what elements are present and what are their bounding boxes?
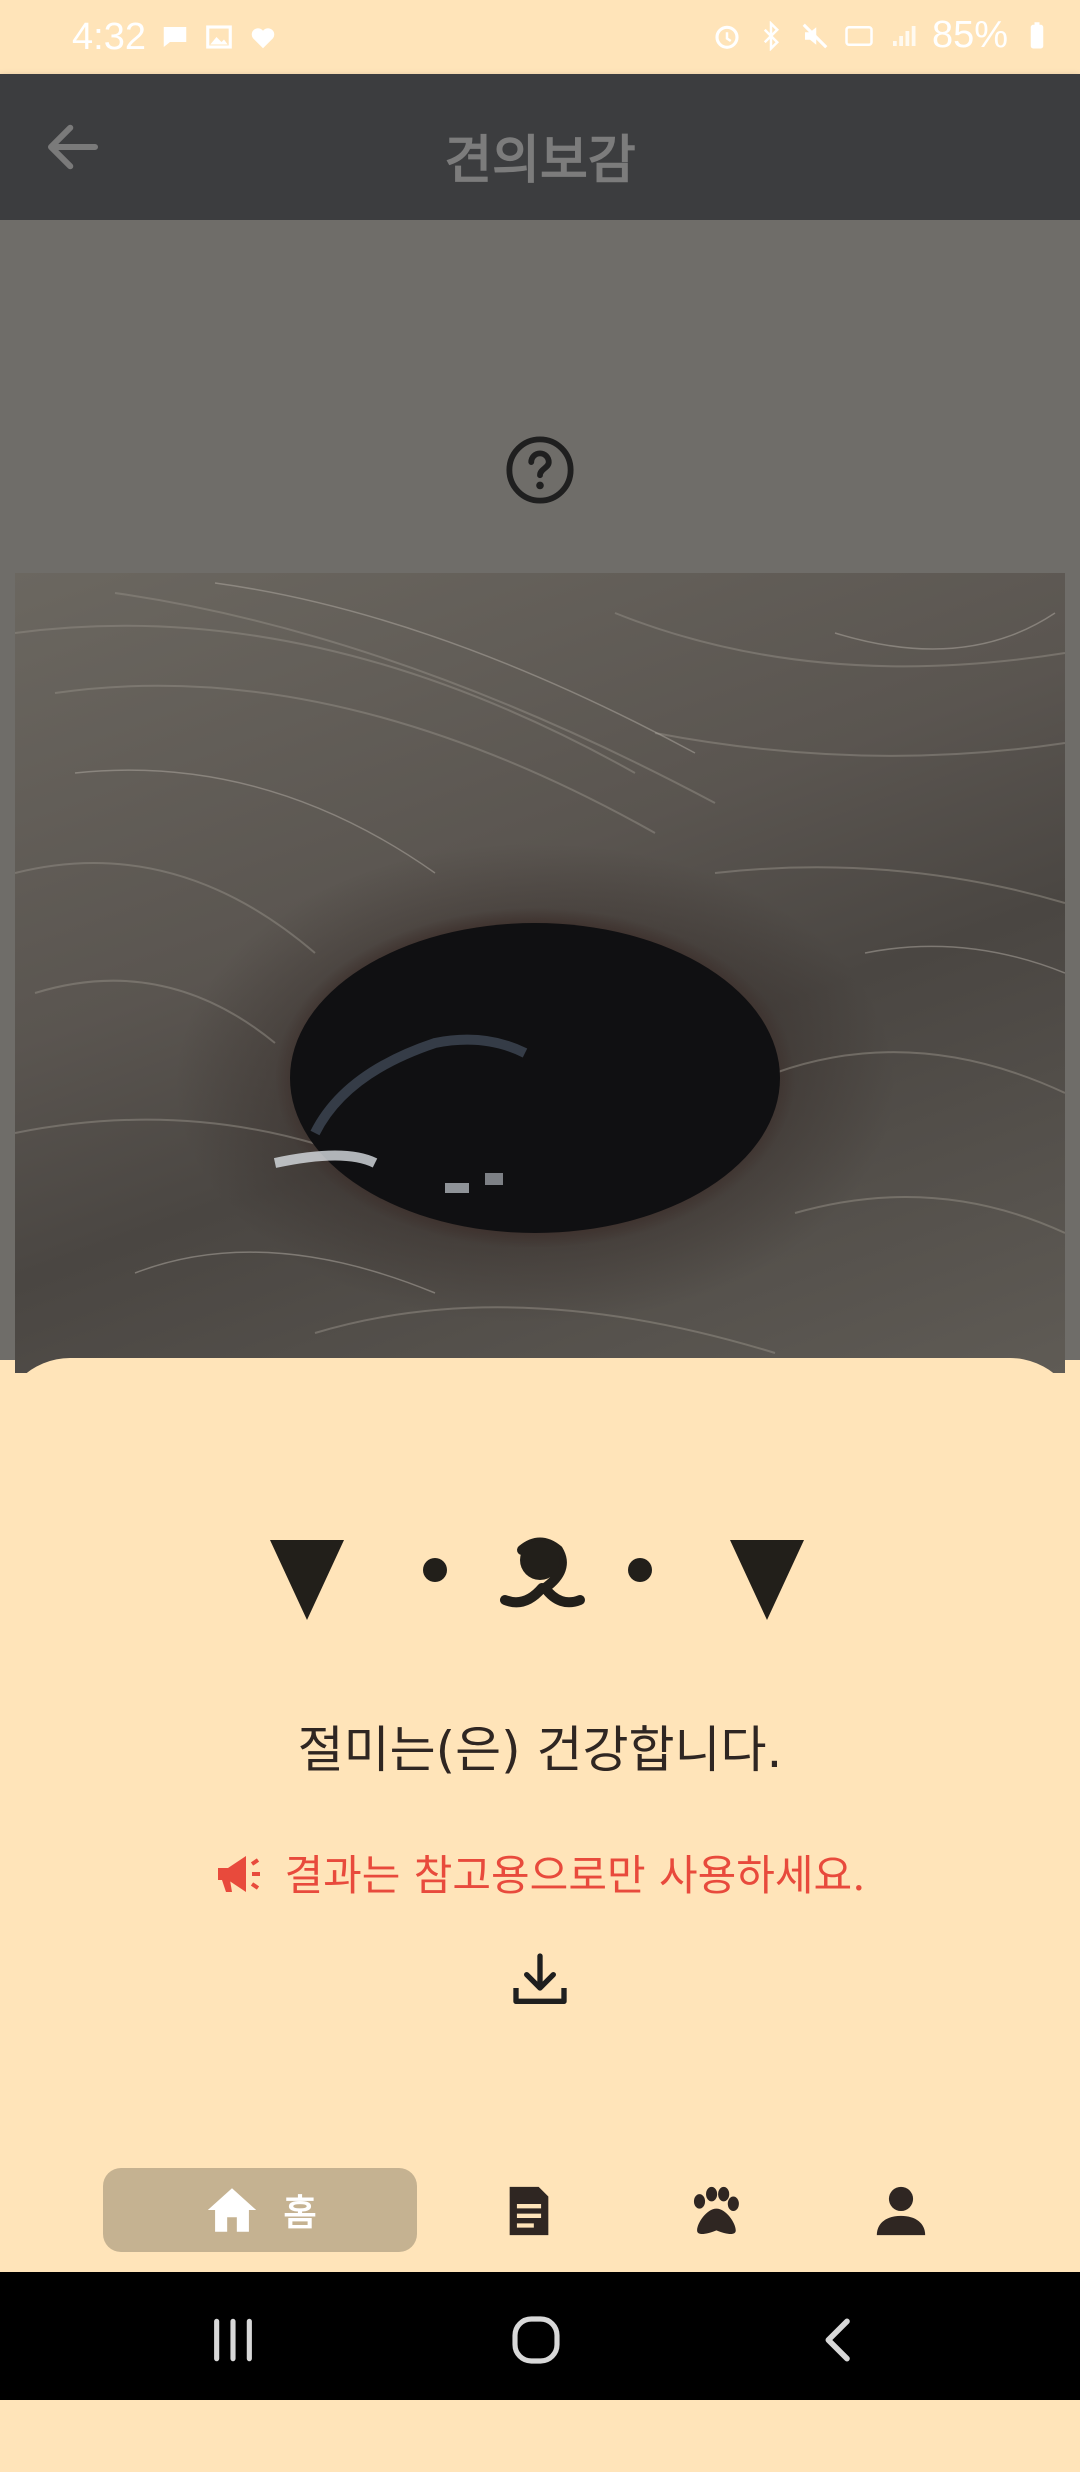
system-back-icon[interactable]: [812, 2312, 868, 2368]
5g-icon: [845, 25, 873, 46]
notice-line: 결과는 참고용으로만 사용하세요.: [0, 1842, 1080, 1903]
mute-icon: [802, 23, 828, 48]
person-icon[interactable]: [872, 2182, 930, 2240]
system-nav-bar: [0, 2272, 1080, 2400]
notice-text: 결과는 참고용으로만 사용하세요.: [284, 1851, 866, 1900]
megaphone-icon: [218, 1856, 261, 1892]
status-time: 4:32: [72, 16, 146, 58]
battery-percent: 85%: [931, 14, 1008, 56]
bluetooth-icon: [763, 20, 779, 51]
gallery-icon: [206, 25, 232, 49]
alarm-icon: [715, 25, 739, 49]
home-icon: [208, 2188, 257, 2232]
question-circle-icon[interactable]: [505, 435, 575, 505]
chat-icon: [163, 27, 187, 47]
eye-photo: [15, 573, 1065, 1373]
heart-icon: [251, 28, 275, 49]
app-bar: 견의보감: [0, 74, 1080, 220]
recent-apps-icon[interactable]: [205, 2312, 261, 2368]
bottom-navigation: 홈: [0, 2160, 1080, 2272]
nav-home[interactable]: 홈: [103, 2168, 417, 2252]
battery-icon: [1030, 21, 1044, 48]
app-title: 견의보감: [444, 130, 636, 191]
signal-icon: [892, 25, 916, 46]
document-icon[interactable]: [500, 2182, 558, 2240]
nav-home-label: 홈: [283, 2193, 317, 2234]
dog-face-icon: [270, 1537, 804, 1620]
download-icon[interactable]: [508, 1948, 572, 2012]
paw-icon[interactable]: [685, 2182, 743, 2240]
home-button-icon[interactable]: [508, 2312, 564, 2368]
result-message: 절미는(은) 건강합니다.: [297, 1721, 783, 1779]
status-bar: 4:32 85%: [0, 0, 1080, 74]
